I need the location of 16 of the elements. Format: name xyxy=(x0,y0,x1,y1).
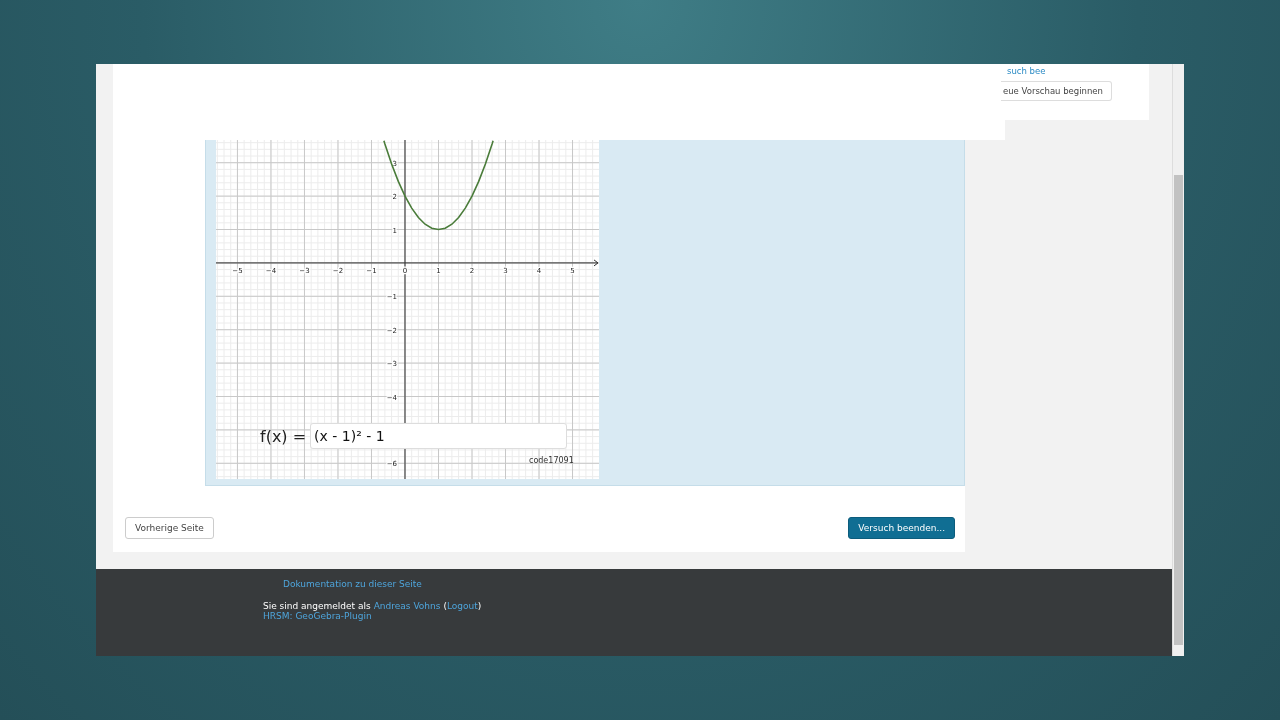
code-label: code17091 xyxy=(529,456,574,465)
plugin-link[interactable]: HRSM: GeoGebra-Plugin xyxy=(263,611,1172,621)
new-preview-button[interactable]: eue Vorschau beginnen xyxy=(1001,81,1112,101)
scrollbar[interactable] xyxy=(1172,64,1184,656)
paren-text: ) xyxy=(477,601,482,611)
user-link[interactable]: Andreas Vohns xyxy=(373,601,441,611)
scroll-thumb[interactable] xyxy=(1174,175,1183,645)
login-text: Sie sind angemeldet als xyxy=(263,601,371,611)
formula-label: f(x) = xyxy=(260,426,307,446)
finish-attempt-link[interactable]: such bee xyxy=(1007,66,1046,76)
paren-text: ( xyxy=(443,601,447,611)
formula-field[interactable]: (x - 1)² - 1 xyxy=(310,423,568,449)
logout-link[interactable]: Logout xyxy=(446,601,478,611)
documentation-link[interactable]: Dokumentation zu dieser Seite xyxy=(283,579,1172,589)
finish-attempt-button[interactable]: Versuch beenden... xyxy=(848,517,955,539)
previous-page-button[interactable]: Vorherige Seite xyxy=(125,517,214,539)
